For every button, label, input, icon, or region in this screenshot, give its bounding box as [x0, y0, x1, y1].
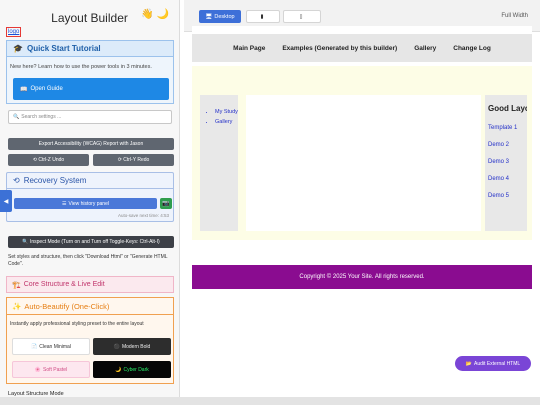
preview-nav: Main Page Examples (Generated by this bu… [192, 34, 532, 62]
view-history-button[interactable]: ☰ View history panel [14, 198, 157, 209]
redo-button[interactable]: ⟳ Ctrl-Y Redo [93, 154, 174, 166]
auto-beautify-description: Instantly apply professional styling pre… [10, 321, 144, 327]
style-instructions: Set styles and structure, then click "Do… [8, 254, 168, 267]
preset-label: Modern Bold [121, 343, 151, 350]
chevron-left-icon: ◀ [3, 198, 9, 205]
auto-beautify-header: ✨ Auto-Beautify (One-Click) [7, 298, 173, 315]
history-icon: ⟲ [13, 176, 20, 185]
preset-label: Soft Pastel [43, 366, 68, 373]
autosave-status: Auto-save next time: 4:53 [117, 213, 169, 218]
nav-examples[interactable]: Examples (Generated by this builder) [282, 45, 397, 52]
preview-main-content [246, 95, 481, 231]
recovery-header: ⟲ Recovery System [7, 173, 173, 189]
moon-icon[interactable]: 🌙 [157, 9, 172, 20]
recovery-title: Recovery System [23, 176, 87, 185]
mobile-icon: ▯ [299, 13, 303, 20]
panel-title: Layout Builder [51, 11, 128, 25]
sparkles-icon: ✨ [12, 301, 22, 311]
list-icon: ☰ [62, 200, 67, 207]
tablet-view-button[interactable]: ▮ [246, 10, 280, 23]
preview-body: My Study Gallery Good Layout Recommendat… [192, 66, 532, 289]
desktop-label: Desktop [214, 13, 235, 20]
demo-link[interactable]: Demo 2 [488, 141, 527, 149]
sidebar-link-gallery[interactable]: Gallery [215, 119, 238, 126]
preview-right-sidebar: Good Layout Recommendations Template 1 D… [485, 95, 527, 231]
preset-label: Cyber Dark [123, 366, 149, 373]
flower-icon: 🌸 [34, 366, 42, 373]
builder-panel: logo Layout Builder 👋🌙 🎓 Quick Start Tut… [0, 0, 180, 397]
core-structure-section[interactable]: 🏗️ Core Structure & Live Edit [6, 276, 174, 293]
quick-start-description: New here? Learn how to use the power too… [10, 64, 152, 70]
graduation-cap-icon: 🎓 [13, 44, 23, 53]
preview-footer: Copyright © 2025 Your Site. All rights r… [192, 265, 532, 289]
search-icon: 🔍 [13, 114, 20, 120]
demo-link[interactable]: Demo 3 [488, 158, 527, 166]
mobile-view-button[interactable]: ▯ [283, 10, 321, 23]
header-icons: 👋🌙 [141, 9, 172, 20]
audit-external-html-button[interactable]: 📂 Audit External HTML [455, 356, 531, 371]
preset-modern-bold-button[interactable]: ⚫ Modern Bold [93, 338, 171, 355]
nav-change-log[interactable]: Change Log [453, 45, 491, 52]
search-input[interactable]: 🔍 Search settings ... [8, 110, 172, 124]
snapshot-button[interactable]: 📷 [160, 198, 172, 209]
logo-link[interactable]: logo [6, 27, 22, 37]
tablet-icon: ▮ [260, 13, 264, 20]
quick-start-title: Quick Start Tutorial [26, 44, 101, 53]
recommendations-heading: Good Layout Recommendations [488, 104, 527, 113]
magnifier-icon: 🔍 [22, 239, 30, 245]
desktop-icon: 🖥 [205, 13, 213, 20]
undo-button[interactable]: ⟲ Ctrl-Z Undo [8, 154, 89, 166]
construction-icon: 🏗️ [12, 281, 21, 289]
preset-clean-minimal-button[interactable]: 📄 Clean Minimal [12, 338, 90, 355]
open-guide-button[interactable]: 📖 Open Guide [13, 78, 169, 100]
camera-icon: 📷 [162, 201, 170, 207]
auto-beautify-title: Auto-Beautify (One-Click) [24, 301, 110, 311]
waving-hand-icon: 👋 [141, 9, 157, 20]
inspect-mode-label: Inspect Mode (Turn on and Turn off Toggl… [29, 239, 160, 245]
search-placeholder: Search settings ... [21, 114, 62, 120]
collapse-panel-toggle[interactable]: ◀ [0, 190, 12, 212]
quick-start-header: 🎓 Quick Start Tutorial [7, 41, 173, 57]
moon-icon: 🌙 [115, 366, 122, 373]
auto-beautify-card: ✨ Auto-Beautify (One-Click) Instantly ap… [6, 297, 174, 384]
desktop-view-button[interactable]: 🖥 Desktop [199, 10, 241, 23]
export-wcag-report-button[interactable]: Export Accessibility (WCAG) Report with … [8, 138, 174, 150]
panel-header: logo Layout Builder 👋🌙 [0, 0, 179, 37]
preset-soft-pastel-button[interactable]: 🌸 Soft Pastel [12, 361, 90, 378]
nav-gallery[interactable]: Gallery [414, 45, 436, 52]
sidebar-link-my-study[interactable]: My Study [215, 109, 238, 116]
demo-link[interactable]: Template 1 [488, 124, 527, 132]
open-guide-label: Open Guide [30, 86, 63, 92]
folder-icon: 📂 [465, 360, 473, 367]
full-width-toggle[interactable]: Full Width [501, 13, 528, 19]
audit-label: Audit External HTML [474, 360, 521, 367]
inspect-mode-button[interactable]: 🔍 Inspect Mode (Turn on and Turn off Tog… [8, 236, 174, 248]
preview-left-sidebar: My Study Gallery [200, 95, 238, 231]
preset-label: Clean Minimal [39, 343, 71, 350]
quick-start-card: 🎓 Quick Start Tutorial New here? Learn h… [6, 40, 174, 104]
core-structure-title: Core Structure & Live Edit [23, 281, 105, 288]
demo-link[interactable]: Demo 5 [488, 192, 527, 200]
preset-cyber-dark-button[interactable]: 🌙 Cyber Dark [93, 361, 171, 378]
preview-canvas: Main Page Examples (Generated by this bu… [192, 26, 532, 289]
view-history-label: View history panel [68, 200, 109, 207]
circle-icon: ⚫ [113, 343, 120, 350]
book-icon: 📖 [20, 86, 28, 93]
recovery-system-card: ⟲ Recovery System ☰ View history panel 📷… [6, 172, 174, 222]
status-bar [0, 397, 540, 405]
demo-link[interactable]: Demo 4 [488, 175, 527, 183]
nav-main-page[interactable]: Main Page [233, 45, 265, 52]
paper-icon: 📄 [31, 343, 38, 350]
